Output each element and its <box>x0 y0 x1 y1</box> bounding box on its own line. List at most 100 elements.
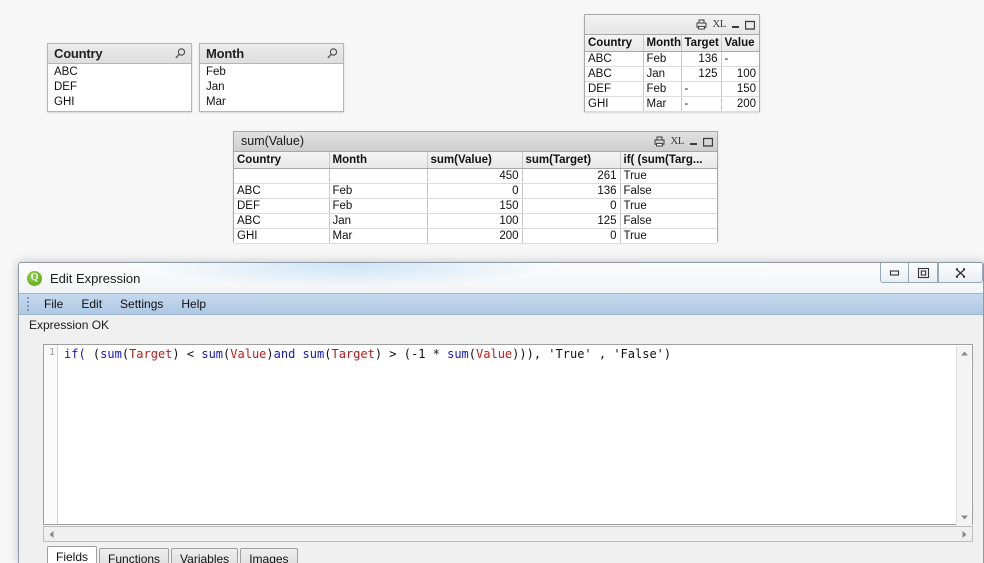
expression-code[interactable]: if( (sum(Target) < sum(Value)and sum(Tar… <box>58 345 972 524</box>
cell-sum-value[interactable]: 200 <box>427 228 523 244</box>
tab-fields[interactable]: Fields <box>47 546 98 563</box>
column-header-value[interactable]: Value <box>721 35 759 52</box>
minimize-icon[interactable] <box>731 20 740 29</box>
tab-functions[interactable]: Functions <box>99 548 170 563</box>
cell-sum-target[interactable]: 136 <box>522 183 621 199</box>
cell-month[interactable]: Feb <box>643 51 682 67</box>
column-header-country[interactable]: Country <box>585 35 644 52</box>
cell-sum-target[interactable]: 0 <box>522 198 621 214</box>
cell-if-expression[interactable]: False <box>620 183 717 199</box>
cell-month[interactable]: Mar <box>329 228 428 244</box>
expression-table-object[interactable]: sum(Value) XL Country Month sum(Value) s… <box>233 131 718 244</box>
editor-vertical-scrollbar[interactable] <box>956 346 972 525</box>
listbox-country-caption[interactable]: Country <box>48 44 191 64</box>
cell-target[interactable]: - <box>681 81 722 97</box>
cell-month[interactable]: Feb <box>329 198 428 214</box>
cell-country[interactable]: DEF <box>585 81 644 97</box>
listbox-month-caption[interactable]: Month <box>200 44 343 64</box>
menu-file[interactable]: File <box>35 295 72 313</box>
cell-month[interactable]: Feb <box>643 81 682 97</box>
magnifier-icon[interactable] <box>173 47 187 61</box>
cell-if-expression[interactable]: True <box>620 198 717 214</box>
cell-if-expression[interactable]: True <box>620 228 717 244</box>
minimize-button[interactable] <box>880 263 909 283</box>
tab-images[interactable]: Images <box>240 548 298 563</box>
cell-country[interactable]: ABC <box>585 51 644 67</box>
export-excel-icon[interactable]: XL <box>670 136 684 147</box>
cell-if-expression[interactable]: False <box>620 213 717 229</box>
maximize-icon[interactable] <box>745 20 755 30</box>
cell-month[interactable]: Mar <box>643 96 682 112</box>
cell-country[interactable]: ABC <box>234 183 330 199</box>
cell-month[interactable]: Feb <box>329 183 428 199</box>
table-row[interactable]: ABC Jan 100 125 False <box>234 213 717 229</box>
cell-sum-value[interactable]: 150 <box>427 198 523 214</box>
column-header-country[interactable]: Country <box>234 152 330 169</box>
print-icon[interactable] <box>696 19 707 30</box>
column-header-month[interactable]: Month <box>329 152 428 169</box>
cell-month[interactable]: Jan <box>329 213 428 229</box>
cell-country[interactable]: DEF <box>234 198 330 214</box>
cell-value[interactable]: 150 <box>721 81 759 97</box>
scroll-down-icon[interactable] <box>957 510 972 525</box>
menu-settings[interactable]: Settings <box>111 295 172 313</box>
close-button[interactable] <box>938 263 983 283</box>
list-item[interactable]: GHI <box>48 94 191 109</box>
cell-sum-value[interactable]: 0 <box>427 183 523 199</box>
table-row[interactable]: GHI Mar 200 0 True <box>234 228 717 244</box>
list-item[interactable]: Feb <box>200 64 343 79</box>
expression-editor[interactable]: 1 if( (sum(Target) < sum(Value)and sum(T… <box>43 344 973 525</box>
menu-grip-handle[interactable] <box>25 297 31 311</box>
tab-variables[interactable]: Variables <box>171 548 239 563</box>
column-header-month[interactable]: Month <box>643 35 682 52</box>
magnifier-icon[interactable] <box>325 47 339 61</box>
scroll-right-icon[interactable] <box>957 527 972 541</box>
cell-target[interactable]: - <box>681 96 722 112</box>
cell-sum-target[interactable]: 0 <box>522 228 621 244</box>
cell-value[interactable]: 200 <box>721 96 759 112</box>
cell-value[interactable]: - <box>721 51 759 67</box>
maximize-icon[interactable] <box>703 137 713 147</box>
source-table-object[interactable]: XL Country Month Target Value ABC Feb 13… <box>584 14 760 112</box>
cell-sum-target[interactable]: 125 <box>522 213 621 229</box>
print-icon[interactable] <box>654 136 665 147</box>
cell-country[interactable]: ABC <box>234 213 330 229</box>
table-row[interactable]: DEF Feb 150 0 True <box>234 198 717 214</box>
cell-country[interactable]: GHI <box>585 96 644 112</box>
column-header-sum-target[interactable]: sum(Target) <box>522 152 621 169</box>
list-item[interactable]: DEF <box>48 79 191 94</box>
export-excel-icon[interactable]: XL <box>712 19 726 30</box>
expression-table-caption[interactable]: sum(Value) XL <box>234 132 717 152</box>
editor-horizontal-scrollbar[interactable] <box>43 526 973 542</box>
listbox-month[interactable]: Month Feb Jan Mar <box>199 43 344 112</box>
dialog-titlebar[interactable]: Q Edit Expression <box>19 263 983 293</box>
source-table-caption[interactable]: XL <box>585 15 759 35</box>
cell-country[interactable]: ABC <box>585 66 644 82</box>
cell-country[interactable]: GHI <box>234 228 330 244</box>
listbox-country[interactable]: Country ABC DEF GHI <box>47 43 192 112</box>
menu-edit[interactable]: Edit <box>72 295 111 313</box>
scroll-left-icon[interactable] <box>44 527 59 541</box>
table-row[interactable]: ABC Feb 0 136 False <box>234 183 717 199</box>
table-row[interactable]: ABC Feb 136 - <box>585 51 759 67</box>
list-item[interactable]: Jan <box>200 79 343 94</box>
table-row[interactable]: GHI Mar - 200 <box>585 96 759 112</box>
cell-target[interactable]: 136 <box>681 51 722 67</box>
minimize-icon[interactable] <box>689 137 698 146</box>
table-row[interactable]: ABC Jan 125 100 <box>585 66 759 82</box>
cell-month[interactable]: Jan <box>643 66 682 82</box>
column-header-sum-value[interactable]: sum(Value) <box>427 152 523 169</box>
table-row[interactable]: DEF Feb - 150 <box>585 81 759 97</box>
list-item[interactable]: ABC <box>48 64 191 79</box>
cell-sum-value[interactable]: 100 <box>427 213 523 229</box>
list-item[interactable]: Mar <box>200 94 343 109</box>
menu-help[interactable]: Help <box>172 295 215 313</box>
column-header-target[interactable]: Target <box>681 35 722 52</box>
column-header-if-expression[interactable]: if( (sum(Targ... <box>620 152 717 169</box>
cell-value[interactable]: 100 <box>721 66 759 82</box>
code-token: and <box>273 347 296 361</box>
restore-button[interactable] <box>909 263 938 283</box>
scroll-up-icon[interactable] <box>957 346 972 361</box>
cell-target[interactable]: 125 <box>681 66 722 82</box>
